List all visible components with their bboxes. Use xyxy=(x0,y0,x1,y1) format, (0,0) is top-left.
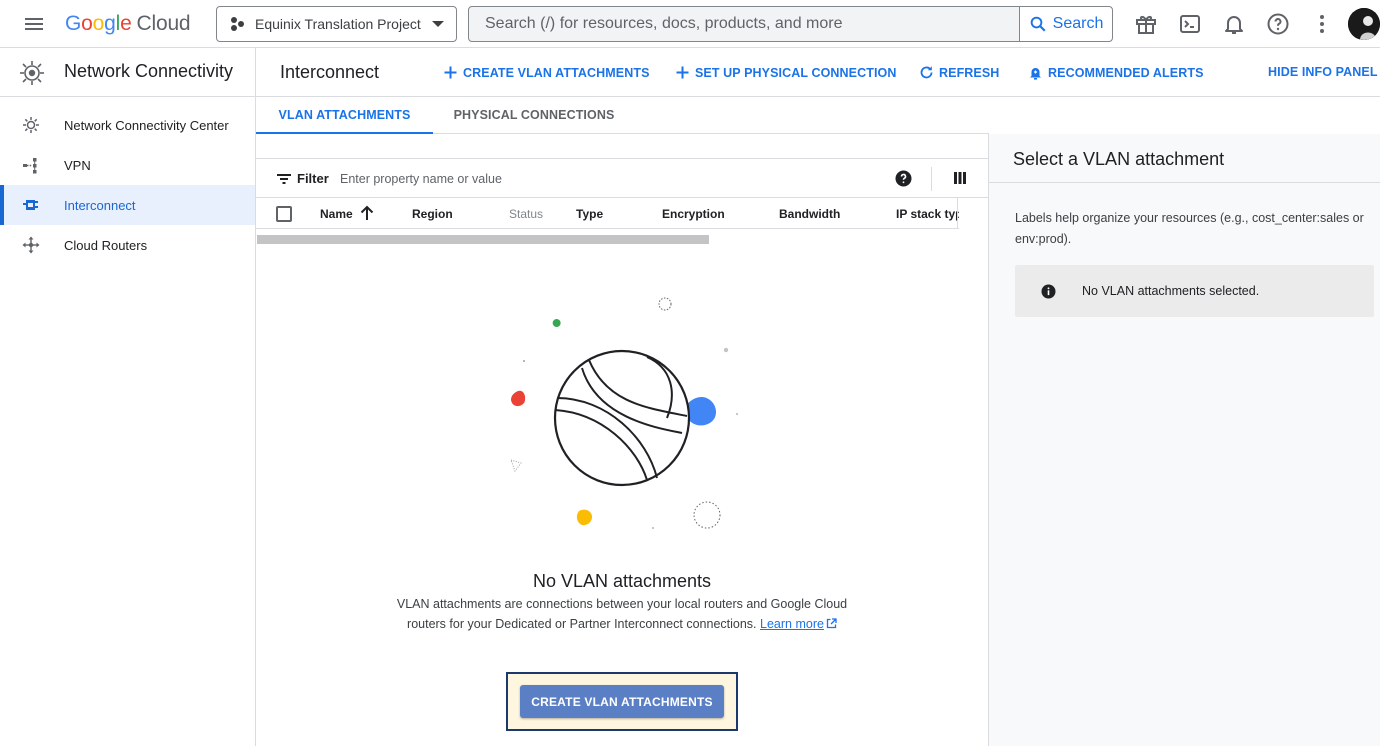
setup-physical-connection-button[interactable]: SET UP PHYSICAL CONNECTION xyxy=(675,65,896,80)
google-cloud-logo[interactable]: Google Cloud xyxy=(65,10,191,38)
column-header-name[interactable]: Name xyxy=(320,207,353,221)
page-header: Interconnect CREATE VLAN ATTACHMENTS SET… xyxy=(256,48,1380,97)
router-icon xyxy=(22,236,40,254)
left-nav: Network Connectivity Network Connectivit… xyxy=(0,48,256,746)
chevron-down-icon xyxy=(432,21,444,27)
info-notice: No VLAN attachments selected. xyxy=(1015,265,1374,317)
vpn-icon xyxy=(23,158,37,174)
avatar-image xyxy=(1348,8,1380,40)
info-panel-description: Labels help organize your resources (e.g… xyxy=(1015,211,1364,246)
nav-item-interconnect[interactable]: Interconnect xyxy=(0,185,255,225)
logo-letter: g xyxy=(104,12,116,35)
filter-label: Filter xyxy=(297,171,329,186)
horizontal-scrollbar[interactable] xyxy=(257,235,709,244)
select-all-checkbox[interactable] xyxy=(276,206,292,222)
project-picker[interactable]: Equinix Translation Project xyxy=(216,6,457,42)
tab-label: PHYSICAL CONNECTIONS xyxy=(453,108,615,122)
alert-bell-icon xyxy=(1030,68,1041,80)
action-label: REFRESH xyxy=(939,65,1000,80)
search-icon xyxy=(1030,16,1046,32)
network-connectivity-icon xyxy=(20,61,44,85)
link-word: Learn xyxy=(760,617,792,631)
create-vlan-attachments-cta-button[interactable]: CREATE VLAN ATTACHMENTS xyxy=(520,685,724,718)
project-dots-icon xyxy=(231,17,244,31)
help-icon[interactable] xyxy=(1266,12,1290,36)
interconnect-icon xyxy=(23,200,38,210)
gift-icon[interactable] xyxy=(1134,12,1158,36)
action-label: HIDE INFO PANEL xyxy=(1268,65,1378,79)
search-button-label: Search xyxy=(1052,15,1104,32)
more-vert-icon[interactable] xyxy=(1310,12,1334,36)
empty-state-description: VLAN attachments are connections between… xyxy=(396,594,848,634)
info-panel-divider xyxy=(989,182,1380,183)
nav-item-vpn[interactable]: VPN xyxy=(0,145,255,185)
filter-icon xyxy=(277,174,291,184)
nav-item-label: VPN xyxy=(64,157,91,173)
filter-input[interactable] xyxy=(340,167,840,191)
logo-letter: o xyxy=(92,12,105,35)
empty-state-title: No VLAN attachments xyxy=(532,571,712,591)
logo-letter: e xyxy=(120,12,132,35)
nav-item-network-connectivity-center[interactable]: Network Connectivity Center xyxy=(0,105,255,145)
nav-header: Network Connectivity xyxy=(0,48,255,97)
link-word: more xyxy=(795,617,824,631)
nav-item-cloud-routers[interactable]: Cloud Routers xyxy=(0,225,255,265)
top-bar: Google Cloud Equinix Translation Project … xyxy=(0,0,1380,48)
toolbar-divider xyxy=(931,167,932,191)
refresh-button[interactable]: REFRESH xyxy=(919,65,999,80)
learn-more-link[interactable]: Learn more xyxy=(760,617,824,631)
help-icon[interactable] xyxy=(895,170,912,187)
product-title: Network Connectivity xyxy=(64,61,234,81)
filter-bar: Filter xyxy=(256,158,988,198)
info-panel-title: Select a VLAN attachment xyxy=(1013,149,1225,169)
globe-illustration xyxy=(510,297,738,529)
column-header-status[interactable]: Status xyxy=(509,207,543,221)
nav-item-label: Network Connectivity Center xyxy=(64,117,229,133)
menu-icon[interactable] xyxy=(22,12,46,36)
info-icon xyxy=(1041,284,1056,299)
column-header-ip-stack-type[interactable]: IP stack typ xyxy=(896,207,959,221)
create-vlan-attachments-button[interactable]: CREATE VLAN ATTACHMENTS xyxy=(443,65,650,80)
refresh-icon xyxy=(920,66,933,79)
action-label: RECOMMENDED ALERTS xyxy=(1048,65,1204,80)
action-label: CREATE VLAN ATTACHMENTS xyxy=(463,65,650,80)
column-header-bandwidth[interactable]: Bandwidth xyxy=(779,207,840,221)
project-name: Equinix Translation Project xyxy=(255,16,421,32)
search-input[interactable] xyxy=(469,7,1019,41)
plus-icon xyxy=(444,66,457,79)
action-label: SET UP PHYSICAL CONNECTION xyxy=(695,65,897,80)
bell-icon[interactable] xyxy=(1222,12,1246,36)
external-link-icon xyxy=(826,618,837,629)
search-button[interactable]: Search xyxy=(1019,7,1112,41)
info-notice-text: No VLAN attachments selected. xyxy=(1082,284,1260,298)
column-display-icon[interactable] xyxy=(953,171,967,185)
column-header-region[interactable]: Region xyxy=(412,207,453,221)
search-bar: Search xyxy=(468,6,1113,42)
column-header-encryption[interactable]: Encryption xyxy=(662,207,725,221)
column-divider xyxy=(957,198,958,228)
tab-bar: VLAN ATTACHMENTS PHYSICAL CONNECTIONS xyxy=(256,97,989,134)
sort-ascending-icon[interactable] xyxy=(360,205,374,221)
avatar[interactable] xyxy=(1348,8,1380,40)
tab-label: VLAN ATTACHMENTS xyxy=(278,107,411,122)
nav-item-label: Cloud Routers xyxy=(64,237,148,253)
terminal-icon[interactable] xyxy=(1178,12,1202,36)
recommended-alerts-button[interactable]: RECOMMENDED ALERTS xyxy=(1028,65,1204,80)
table-header: Name Region Status Type Encryption Bandw… xyxy=(256,198,959,229)
plus-icon xyxy=(676,66,689,79)
page-title: Interconnect xyxy=(280,62,380,82)
logo-letter: G xyxy=(65,12,82,35)
info-panel: Select a VLAN attachment Labels help org… xyxy=(988,134,1380,746)
nav-item-label: Interconnect xyxy=(64,197,136,213)
hub-icon xyxy=(23,117,39,133)
tab-vlan-attachments[interactable]: VLAN ATTACHMENTS xyxy=(256,97,433,134)
logo-cloud-text: Cloud xyxy=(136,12,191,35)
highlight-box: CREATE VLAN ATTACHMENTS xyxy=(506,672,738,731)
tab-physical-connections[interactable]: PHYSICAL CONNECTIONS xyxy=(433,97,635,133)
logo-letter: o xyxy=(81,12,93,35)
hide-info-panel-button[interactable]: HIDE INFO PANEL xyxy=(1268,65,1378,79)
column-header-type[interactable]: Type xyxy=(576,207,603,221)
